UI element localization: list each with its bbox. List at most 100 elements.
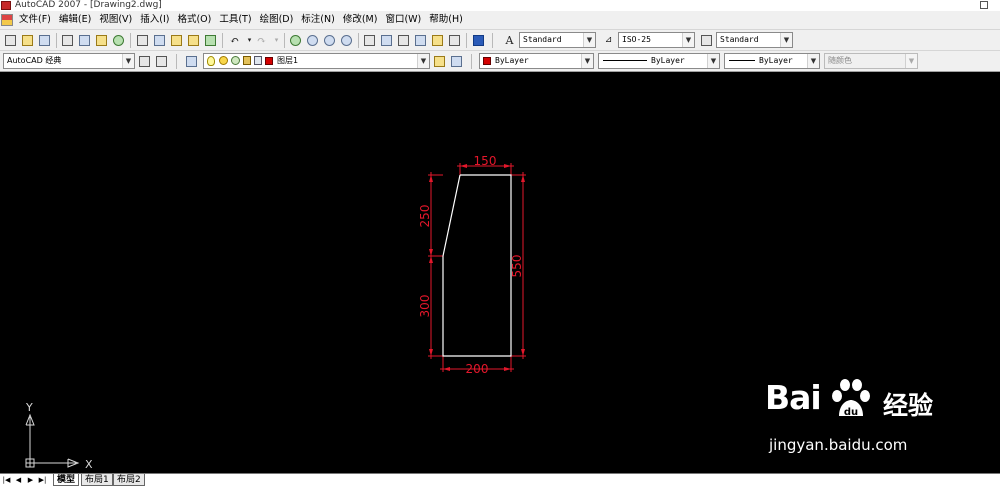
zoom-window-icon[interactable]: [322, 33, 337, 48]
first-tab-icon[interactable]: |◀: [1, 475, 12, 485]
calculator-icon[interactable]: [447, 33, 462, 48]
layer-value: 图层1: [277, 56, 299, 65]
linetype-control-select[interactable]: ByLayer ▼: [598, 53, 720, 69]
plot-style-value: 随颜色: [828, 56, 852, 65]
layer-plot-icon[interactable]: [254, 56, 262, 65]
properties-icon[interactable]: [362, 33, 377, 48]
ucs-icon: [25, 413, 80, 468]
chevron-down-icon[interactable]: ▼: [780, 33, 792, 47]
menu-window[interactable]: 窗口(W): [381, 11, 425, 29]
lineweight-value: ByLayer: [759, 56, 793, 65]
document-icon[interactable]: [1, 14, 13, 26]
ucs-x-label: X: [85, 458, 93, 471]
last-tab-icon[interactable]: ▶|: [37, 475, 48, 485]
workspace-settings-icon[interactable]: [137, 54, 152, 69]
menu-dimension[interactable]: 标注(N): [297, 11, 339, 29]
sheet-set-manager-icon[interactable]: [413, 33, 428, 48]
dimension-text-top: 150: [474, 154, 497, 168]
chevron-down-icon[interactable]: ▼: [581, 54, 593, 68]
linetype-value: ByLayer: [651, 56, 685, 65]
undo-icon[interactable]: ↶: [227, 33, 242, 48]
redo-dropdown-icon[interactable]: ▾: [269, 33, 284, 48]
standard-toolbar: ↶ ▾ ↷ ▾ A Standard ▼ ⊿ ISO-25 ▼ Standard…: [0, 29, 1000, 50]
design-center-icon[interactable]: [379, 33, 394, 48]
text-style-icon[interactable]: A: [502, 33, 517, 48]
help-icon[interactable]: [471, 33, 486, 48]
dimension-style-select[interactable]: ISO-25 ▼: [618, 32, 695, 48]
tab-layout2[interactable]: 布局2: [113, 474, 145, 486]
workspace-select[interactable]: AutoCAD 经典 ▼: [3, 53, 135, 69]
make-object-layer-current-icon[interactable]: [432, 54, 447, 69]
restore-window-icon[interactable]: [980, 1, 988, 9]
table-style-select[interactable]: Standard ▼: [716, 32, 793, 48]
my-workspace-icon[interactable]: [154, 54, 169, 69]
window-title: AutoCAD 2007 - [Drawing2.dwg]: [15, 0, 162, 10]
part-outline[interactable]: [442, 174, 512, 357]
pan-icon[interactable]: [288, 33, 303, 48]
tab-model[interactable]: 模型: [53, 474, 80, 486]
plot-style-select[interactable]: 随颜色 ▼: [824, 53, 918, 69]
menu-bar: 文件(F) 编辑(E) 视图(V) 插入(I) 格式(O) 工具(T) 绘图(D…: [0, 11, 1000, 29]
layer-properties-manager-icon[interactable]: [184, 54, 199, 69]
menu-help[interactable]: 帮助(H): [425, 11, 467, 29]
dimension-text-upper-height: 250: [418, 205, 432, 228]
copy-icon[interactable]: [152, 33, 167, 48]
table-style-value: Standard: [720, 35, 759, 44]
paste-icon[interactable]: [169, 33, 184, 48]
chevron-down-icon[interactable]: ▼: [905, 54, 917, 68]
previous-tab-icon[interactable]: ◀: [13, 475, 24, 485]
chevron-down-icon[interactable]: ▼: [417, 54, 429, 68]
color-control-select[interactable]: ByLayer ▼: [479, 53, 594, 69]
menu-modify[interactable]: 修改(M): [339, 11, 382, 29]
cut-icon[interactable]: [135, 33, 150, 48]
dimension-style-icon[interactable]: ⊿: [601, 33, 616, 48]
toolbar-separator: [492, 33, 493, 48]
layer-lock-icon[interactable]: [243, 56, 251, 65]
next-tab-icon[interactable]: ▶: [25, 475, 36, 485]
tab-layout1[interactable]: 布局1: [81, 474, 113, 486]
menu-tools[interactable]: 工具(T): [215, 11, 255, 29]
chevron-down-icon[interactable]: ▼: [707, 54, 719, 68]
menu-format[interactable]: 格式(O): [173, 11, 215, 29]
layer-select[interactable]: 图层1 ▼: [203, 53, 430, 69]
menu-edit[interactable]: 编辑(E): [55, 11, 95, 29]
redo-icon[interactable]: ↷: [254, 33, 269, 48]
toolbar-separator: [176, 54, 177, 69]
chevron-down-icon[interactable]: ▼: [807, 54, 819, 68]
layer-thaw-icon[interactable]: [219, 56, 228, 65]
zoom-previous-icon[interactable]: [339, 33, 354, 48]
print-icon[interactable]: [60, 33, 75, 48]
chevron-down-icon[interactable]: ▼: [583, 33, 595, 47]
plot-preview-icon[interactable]: [77, 33, 92, 48]
dimension-text-lower-height: 300: [418, 295, 432, 318]
3d-dwf-icon[interactable]: [111, 33, 126, 48]
layer-previous-icon[interactable]: [449, 54, 464, 69]
toolbar-separator: [284, 33, 285, 48]
autocad-app-icon[interactable]: [1, 1, 11, 10]
menu-insert[interactable]: 插入(I): [136, 11, 173, 29]
markup-set-manager-icon[interactable]: [430, 33, 445, 48]
lineweight-control-select[interactable]: ByLayer ▼: [724, 53, 820, 69]
watermark-url: jingyan.baidu.com: [769, 436, 908, 454]
zoom-realtime-icon[interactable]: [305, 33, 320, 48]
save-icon[interactable]: [37, 33, 52, 48]
table-style-icon[interactable]: [699, 33, 714, 48]
open-file-icon[interactable]: [20, 33, 35, 48]
text-style-select[interactable]: Standard ▼: [519, 32, 596, 48]
chevron-down-icon[interactable]: ▼: [122, 54, 134, 68]
publish-icon[interactable]: [94, 33, 109, 48]
layer-viewport-thaw-icon[interactable]: [231, 56, 240, 65]
layer-on-icon[interactable]: [207, 56, 215, 66]
chevron-down-icon[interactable]: ▼: [682, 33, 694, 47]
color-swatch: [483, 57, 491, 65]
block-editor-icon[interactable]: [203, 33, 218, 48]
new-file-icon[interactable]: [3, 33, 18, 48]
toolbar-separator: [471, 54, 472, 69]
menu-file[interactable]: 文件(F): [15, 11, 55, 29]
menu-draw[interactable]: 绘图(D): [256, 11, 298, 29]
match-properties-icon[interactable]: [186, 33, 201, 48]
menu-view[interactable]: 视图(V): [95, 11, 136, 29]
toolbar-separator: [358, 33, 359, 48]
color-value: ByLayer: [495, 56, 529, 65]
tool-palettes-icon[interactable]: [396, 33, 411, 48]
